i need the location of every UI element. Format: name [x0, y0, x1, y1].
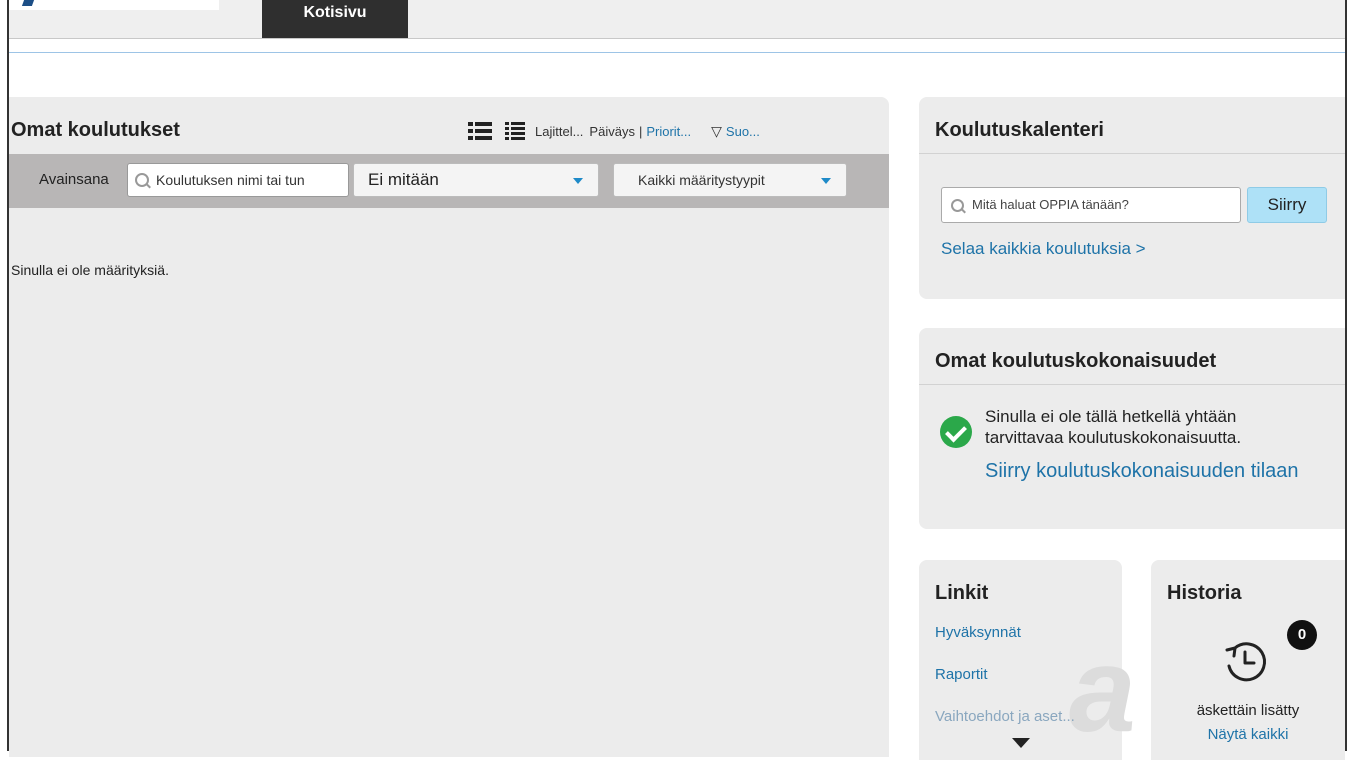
- list-view-icon[interactable]: [468, 121, 492, 141]
- type-select-value: Kaikki määritystyypit: [638, 172, 765, 188]
- filter-bar: Avainsana Koulutuksen nimi tai tun Ei mi…: [9, 154, 889, 208]
- links-panel: a Linkit Hyväksynnät Raportit Vaihtoehdo…: [919, 560, 1136, 760]
- keyword-search-input[interactable]: Koulutuksen nimi tai tun: [127, 163, 349, 197]
- filter-link[interactable]: Suo...: [726, 124, 760, 139]
- caret-down-icon: [821, 178, 831, 184]
- my-programs-panel: Omat koulutuskokonaisuudet Sinulla ei ol…: [919, 328, 1345, 529]
- arrow-down-icon[interactable]: [1012, 738, 1030, 748]
- divider: [919, 153, 1345, 154]
- link-approvals[interactable]: Hyväksynnät: [935, 624, 1021, 641]
- tab-home[interactable]: Kotisivu: [262, 0, 408, 38]
- programs-message: Sinulla ei ole tällä hetkellä yhtään tar…: [985, 407, 1242, 447]
- recently-added-label: äskettäin lisätty: [1196, 702, 1300, 719]
- keyword-placeholder: Koulutuksen nimi tai tun: [156, 172, 305, 188]
- watermark-decoration: a: [1069, 623, 1136, 757]
- history-count-badge: 0: [1287, 620, 1317, 650]
- history-panel: Historia 0 äskettäin lisätty Näytä kaikk…: [1151, 560, 1345, 760]
- link-reports[interactable]: Raportit: [935, 666, 988, 683]
- search-icon: [951, 199, 964, 212]
- sort-separator: |: [638, 123, 643, 139]
- my-trainings-panel: Omat koulutukset Lajittel... Päiväys | P…: [9, 97, 889, 757]
- view-toolbar: Lajittel... Päiväys | Priorit... ▽ Suo..…: [468, 121, 760, 141]
- check-circle-icon: [940, 416, 972, 448]
- divider: [919, 384, 1345, 385]
- logo-mark-icon: [21, 0, 35, 6]
- type-select[interactable]: Kaikki määritystyypit: [613, 163, 847, 197]
- history-title: Historia: [1167, 582, 1242, 604]
- logo-area: [9, 0, 219, 10]
- caret-down-icon: [573, 178, 583, 184]
- programs-link[interactable]: Siirry koulutuskokonaisuuden tilaan: [985, 458, 1315, 485]
- history-clock-icon: [1225, 642, 1266, 682]
- link-options[interactable]: Vaihtoehdot ja aset...: [935, 708, 1075, 725]
- calendar-search-placeholder: Mitä haluat OPPIA tänään?: [972, 197, 1129, 212]
- calendar-title: Koulutuskalenteri: [935, 119, 1104, 141]
- sort-date[interactable]: Päiväys: [589, 124, 635, 139]
- compact-list-icon[interactable]: [505, 121, 525, 141]
- sort-priority[interactable]: Priorit...: [646, 124, 691, 139]
- programs-title: Omat koulutuskokonaisuudet: [935, 350, 1217, 372]
- links-title: Linkit: [935, 582, 989, 604]
- show-all-link[interactable]: Näytä kaikki: [1151, 726, 1345, 743]
- search-icon: [135, 173, 149, 187]
- browse-all-trainings-link[interactable]: Selaa kaikkia koulutuksia >: [941, 239, 1146, 259]
- header-divider: [9, 52, 1345, 53]
- training-calendar-panel: Koulutuskalenteri Mitä haluat OPPIA tänä…: [919, 97, 1345, 299]
- status-select[interactable]: Ei mitään: [353, 163, 599, 197]
- go-button[interactable]: Siirry: [1247, 187, 1327, 223]
- status-select-value: Ei mitään: [368, 170, 439, 189]
- filter-icon[interactable]: ▽: [711, 123, 722, 140]
- keyword-label: Avainsana: [39, 171, 109, 188]
- sort-label[interactable]: Lajittel...: [535, 124, 583, 139]
- empty-assignments-message: Sinulla ei ole määrityksiä.: [11, 262, 169, 278]
- calendar-search-input[interactable]: Mitä haluat OPPIA tänään?: [941, 187, 1241, 223]
- my-trainings-title: Omat koulutukset: [11, 119, 180, 141]
